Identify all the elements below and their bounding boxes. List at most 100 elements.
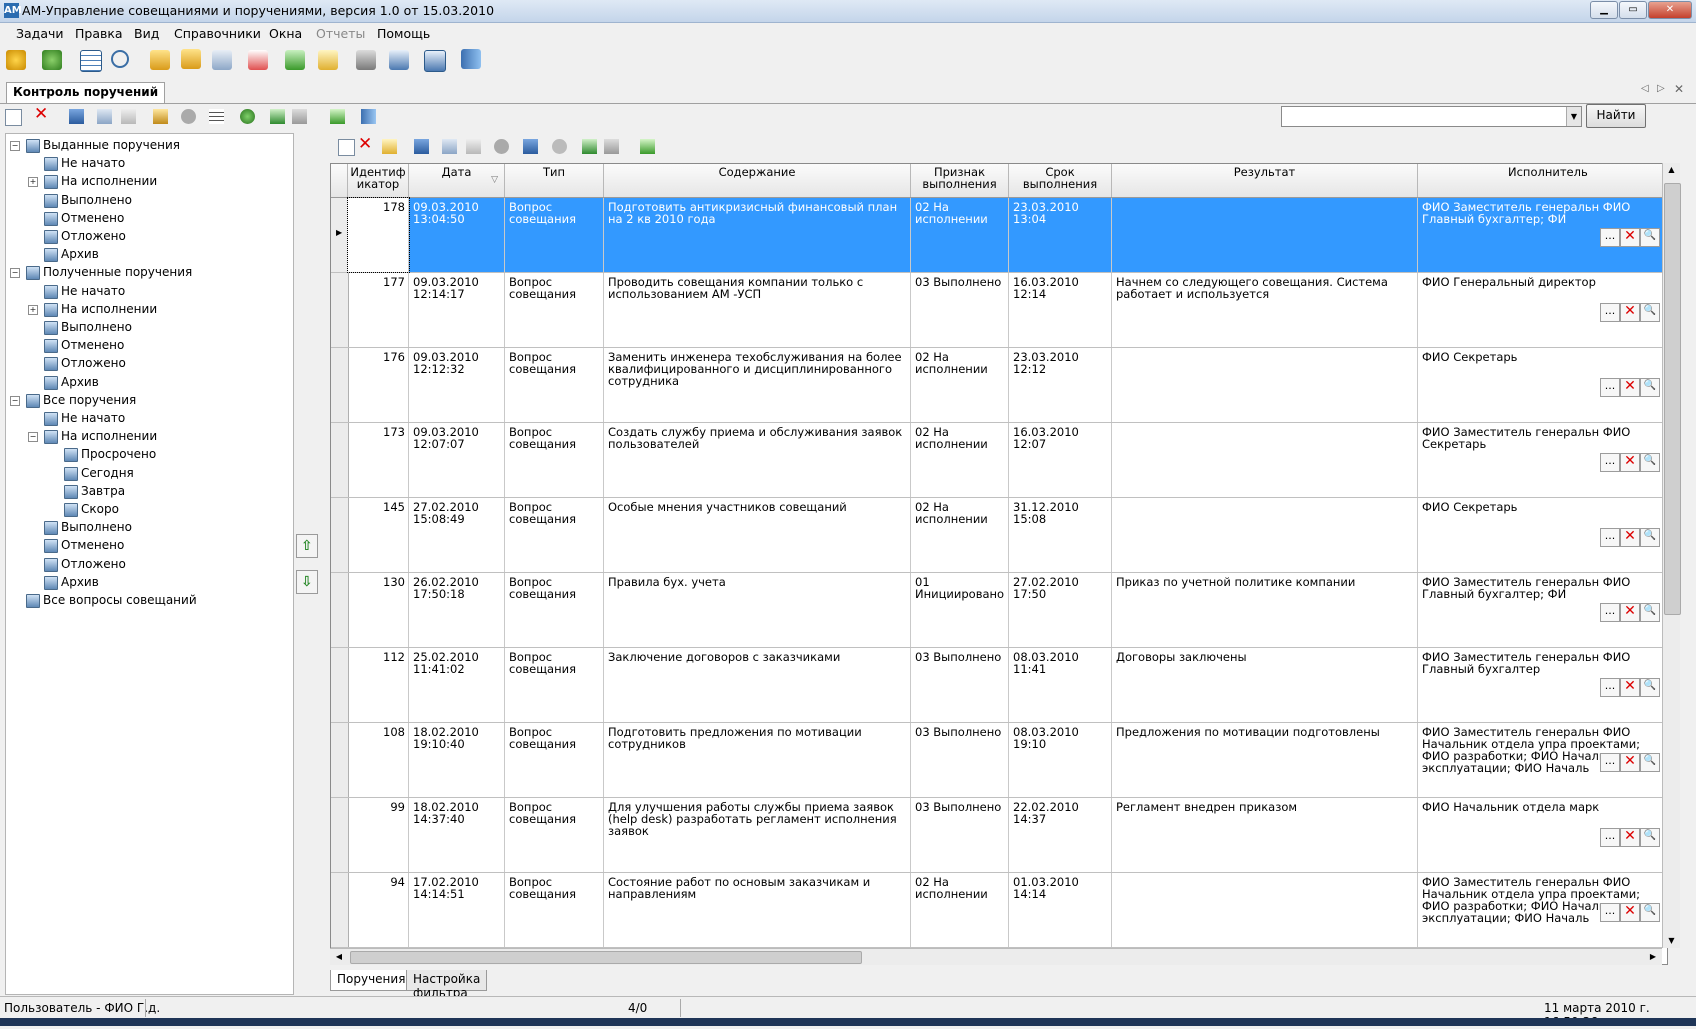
delete-icon[interactable]: ✕ — [1620, 753, 1640, 772]
delete-icon[interactable]: ✕ — [34, 106, 49, 123]
cell-due[interactable]: 22.02.2010 14:37 — [1009, 798, 1112, 872]
calendar-icon[interactable] — [248, 50, 268, 70]
magnifier-icon[interactable]: 🔍 — [1640, 228, 1660, 247]
copy-record-icon[interactable] — [442, 139, 457, 154]
cell-result[interactable]: Предложения по мотивации подготовлены — [1112, 723, 1418, 797]
cell-content[interactable]: Правила бух. учета — [604, 573, 911, 647]
expand-icon[interactable]: + — [28, 304, 38, 315]
search-icon[interactable] — [111, 50, 129, 68]
cell-type[interactable]: Вопрос совещания — [505, 198, 604, 272]
close-button[interactable]: ✕ — [1648, 1, 1692, 19]
tab-scroll-left-icon[interactable]: ◁ — [1641, 83, 1649, 94]
delete-icon[interactable]: ✕ — [1620, 828, 1640, 847]
cell-date[interactable]: 09.03.2010 13:04:50 — [409, 198, 505, 272]
collapse-icon[interactable]: − — [10, 268, 20, 279]
cell-content[interactable]: Подготовить предложения по мотивации сот… — [604, 723, 911, 797]
col-type[interactable]: Тип — [505, 164, 604, 197]
menu-tasks[interactable]: Задачи — [16, 26, 64, 41]
cell-type[interactable]: Вопрос совещания — [505, 348, 604, 422]
cell-date[interactable]: 26.02.2010 17:50:18 — [409, 573, 505, 647]
magnifier-icon[interactable]: 🔍 — [1640, 453, 1660, 472]
cell-due[interactable]: 08.03.2010 11:41 — [1009, 648, 1112, 722]
settings-icon[interactable] — [42, 50, 62, 70]
save-as-icon[interactable] — [523, 139, 538, 154]
more-button[interactable]: ... — [1600, 528, 1620, 547]
refresh-grid-icon[interactable] — [640, 139, 655, 154]
cell-id[interactable]: 94 — [348, 873, 409, 947]
cell-result[interactable]: Договоры заключены — [1112, 648, 1418, 722]
row-selector[interactable] — [331, 348, 349, 422]
more-button[interactable]: ... — [1600, 678, 1620, 697]
document-icon[interactable] — [212, 50, 232, 70]
cell-content[interactable]: Создать службу приема и обслуживания зая… — [604, 423, 911, 497]
cell-date[interactable]: 25.02.2010 11:41:02 — [409, 648, 505, 722]
more-button[interactable]: ... — [1600, 303, 1620, 322]
search-combo[interactable]: ▼ — [1281, 106, 1582, 127]
row-selector[interactable]: ▶ — [331, 198, 349, 272]
cell-date[interactable]: 18.02.2010 14:37:40 — [409, 798, 505, 872]
tab-control-orders[interactable]: Контроль поручений — [6, 82, 166, 103]
col-result[interactable]: Результат — [1112, 164, 1418, 197]
cell-due[interactable]: 01.03.2010 14:14 — [1009, 873, 1112, 947]
cell-type[interactable]: Вопрос совещания — [505, 498, 604, 572]
stop-icon[interactable] — [181, 109, 196, 124]
menu-windows[interactable]: Окна — [269, 26, 302, 41]
report-icon[interactable] — [389, 50, 409, 70]
maximize-button[interactable]: ▭ — [1619, 1, 1647, 19]
row-selector[interactable] — [331, 723, 349, 797]
key-icon[interactable] — [153, 109, 168, 124]
cell-result[interactable] — [1112, 873, 1418, 947]
folder-open-icon[interactable] — [181, 49, 201, 69]
more-button[interactable]: ... — [1600, 903, 1620, 922]
refresh-small-icon[interactable] — [330, 109, 345, 124]
cell-type[interactable]: Вопрос совещания — [505, 723, 604, 797]
cell-due[interactable]: 27.02.2010 17:50 — [1009, 573, 1112, 647]
cell-result[interactable] — [1112, 423, 1418, 497]
vertical-scroll-thumb[interactable] — [1664, 183, 1681, 615]
col-due[interactable]: Срок выполнения — [1009, 164, 1112, 197]
new-icon[interactable] — [5, 109, 22, 126]
save-icon[interactable] — [69, 109, 84, 124]
exit-small-icon[interactable] — [361, 109, 376, 124]
exit-icon[interactable] — [461, 49, 481, 69]
magnifier-icon[interactable]: 🔍 — [1640, 528, 1660, 547]
scroll-right-icon[interactable]: ▶ — [1646, 950, 1660, 964]
cell-date[interactable]: 17.02.2010 14:14:51 — [409, 873, 505, 947]
folder-icon[interactable] — [150, 50, 170, 70]
delete-icon[interactable]: ✕ — [1620, 903, 1640, 922]
cell-id[interactable]: 177 — [348, 273, 409, 347]
cell-status[interactable]: 03 Выполнено — [911, 723, 1009, 797]
delete-icon[interactable]: ✕ — [1620, 228, 1640, 247]
cell-content[interactable]: Для улучшения работы службы приема заяво… — [604, 798, 911, 872]
cell-id[interactable]: 108 — [348, 723, 409, 797]
ok-icon[interactable] — [240, 109, 255, 124]
table-row[interactable]: 177 09.03.2010 12:14:17 Вопрос совещания Пр… — [331, 273, 1667, 348]
tasks-icon[interactable] — [6, 50, 26, 70]
cell-type[interactable]: Вопрос совещания — [505, 273, 604, 347]
cell-status[interactable]: 02 На исполнении — [911, 423, 1009, 497]
menu-help[interactable]: Помощь — [377, 26, 430, 41]
new-record-icon[interactable] — [338, 139, 355, 156]
delete-icon[interactable]: ✕ — [1620, 303, 1640, 322]
menu-view[interactable]: Вид — [134, 26, 159, 41]
row-selector[interactable] — [331, 873, 349, 947]
cell-status[interactable]: 03 Выполнено — [911, 798, 1009, 872]
cell-due[interactable]: 16.03.2010 12:07 — [1009, 423, 1112, 497]
cell-date[interactable]: 09.03.2010 12:14:17 — [409, 273, 505, 347]
paste-record-icon[interactable] — [466, 139, 481, 154]
more-button[interactable]: ... — [1600, 828, 1620, 847]
row-selector[interactable] — [331, 573, 349, 647]
table-row[interactable]: 130 26.02.2010 17:50:18 Вопрос совещания Пр… — [331, 573, 1667, 648]
menu-reports[interactable]: Отчеты — [316, 26, 365, 41]
cell-result[interactable]: Приказ по учетной политике компании — [1112, 573, 1418, 647]
cell-status[interactable]: 03 Выполнено — [911, 648, 1009, 722]
cancel-icon[interactable] — [552, 139, 567, 154]
cell-content[interactable]: Проводить совещания компании только с ис… — [604, 273, 911, 347]
magnifier-icon[interactable]: 🔍 — [1640, 603, 1660, 622]
table-row[interactable]: 94 17.02.2010 14:14:51 Вопрос совещания Сос… — [331, 873, 1667, 948]
cell-type[interactable]: Вопрос совещания — [505, 423, 604, 497]
cell-result[interactable]: Регламент внедрен приказом — [1112, 798, 1418, 872]
tab-filter-settings[interactable]: Настройка фильтра — [406, 970, 488, 1000]
list-icon[interactable] — [209, 109, 224, 124]
cell-result[interactable]: Начнем со следующего совещания. Система … — [1112, 273, 1418, 347]
